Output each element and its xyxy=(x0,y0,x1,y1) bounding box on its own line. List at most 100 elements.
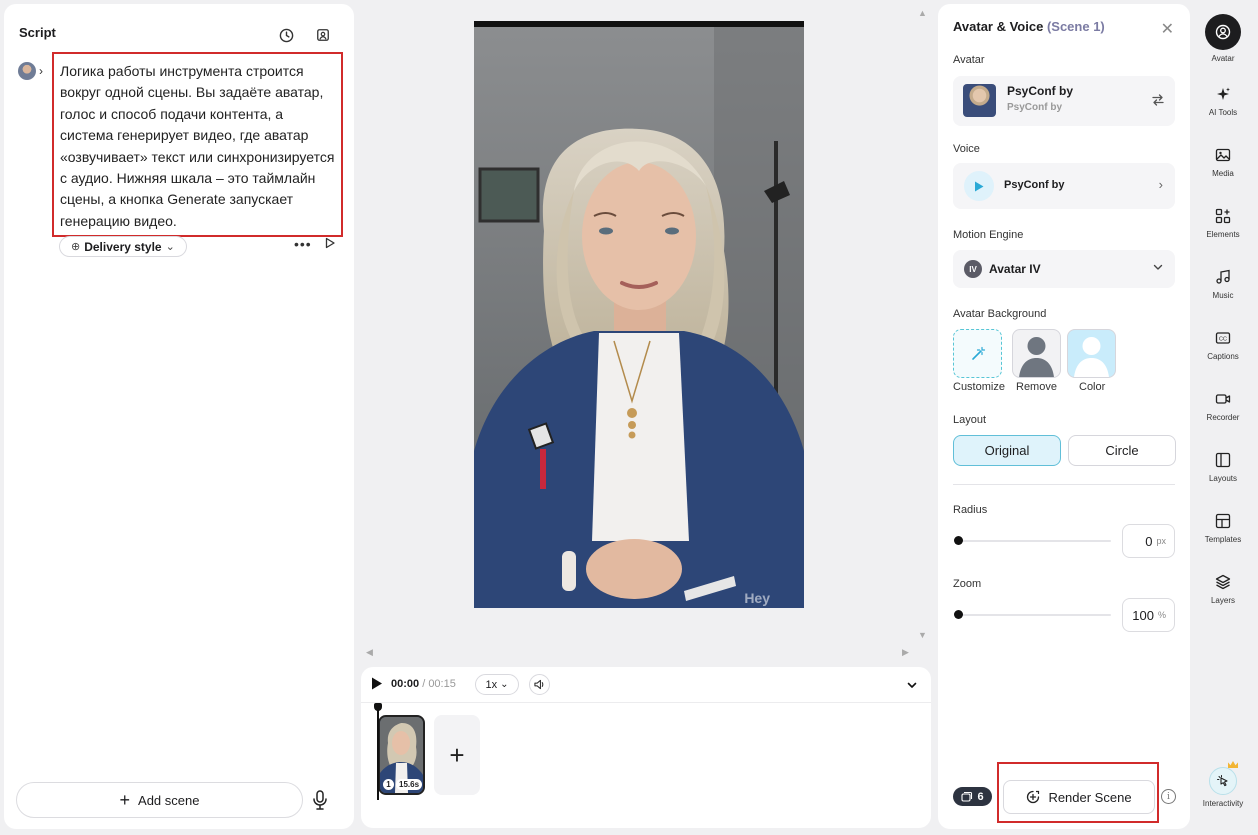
rail-label-avatar: Avatar xyxy=(1211,54,1235,63)
rail-label-templates: Templates xyxy=(1204,535,1242,544)
expand-chevron-icon[interactable]: › xyxy=(39,64,43,78)
more-options-icon[interactable]: ••• xyxy=(294,236,312,252)
rail-item-layers[interactable]: Layers xyxy=(1192,572,1254,605)
timeline-panel: 00:00 / 00:15 1x ⌄ 1 15.6s + xyxy=(361,667,931,828)
speed-value: 1x xyxy=(485,678,498,691)
history-icon[interactable] xyxy=(277,26,295,44)
rail-item-interactivity[interactable]: Interactivity xyxy=(1192,761,1254,808)
rail-label-ai-tools: AI Tools xyxy=(1208,108,1238,117)
avatar-card[interactable]: PsyConf by PsyConf by xyxy=(953,76,1175,126)
chevron-down-icon: ⌄ xyxy=(500,679,509,690)
total-time: 00:15 xyxy=(428,678,456,690)
avatar-icon xyxy=(1205,14,1241,50)
info-icon[interactable]: i xyxy=(1161,789,1176,804)
time-separator: / xyxy=(419,678,429,690)
swap-icon[interactable] xyxy=(1151,93,1165,107)
script-settings-icon[interactable] xyxy=(314,26,332,44)
rail-item-music[interactable]: Music xyxy=(1192,267,1254,300)
image-icon xyxy=(1213,145,1233,165)
rail-item-avatar[interactable]: Avatar xyxy=(1192,14,1254,63)
background-customize-option[interactable] xyxy=(953,329,1002,378)
zoom-slider[interactable] xyxy=(954,610,1111,619)
time-display: 00:00 / 00:15 xyxy=(391,678,456,690)
rail-label-captions: Captions xyxy=(1207,352,1239,361)
add-scene-button[interactable]: + Add scene xyxy=(16,782,303,818)
layout-section-label: Layout xyxy=(953,414,987,426)
rail-item-elements[interactable]: Elements xyxy=(1192,206,1254,239)
plus-icon: + xyxy=(449,739,465,770)
collapse-timeline-chevron-icon[interactable] xyxy=(907,677,919,689)
chevron-down-icon xyxy=(1153,262,1163,275)
templates-icon xyxy=(1213,511,1233,531)
credits-stack-icon xyxy=(961,791,973,802)
voice-name: PsyConf by xyxy=(1004,179,1065,191)
sparkle-icon xyxy=(1213,84,1233,104)
background-color-option[interactable] xyxy=(1067,329,1116,378)
rail-item-media[interactable]: Media xyxy=(1192,145,1254,178)
credits-badge[interactable]: 6 xyxy=(953,787,992,806)
add-scene-label: Add scene xyxy=(138,792,200,808)
avatar-voice-panel: Avatar & Voice (Scene 1) ✕ Avatar PsyCon… xyxy=(938,4,1190,829)
render-scene-button[interactable]: Render Scene xyxy=(1003,780,1155,814)
panel-scene-label: (Scene 1) xyxy=(1046,19,1105,34)
rail-item-layouts[interactable]: Layouts xyxy=(1192,450,1254,483)
play-icon[interactable] xyxy=(371,677,385,691)
rail-item-ai-tools[interactable]: AI Tools xyxy=(1192,84,1254,117)
scroll-left-arrow-icon[interactable]: ◀ xyxy=(366,647,373,658)
chevron-down-icon: ⌄ xyxy=(165,241,175,253)
panel-title: Avatar & Voice (Scene 1) xyxy=(953,19,1105,34)
engine-name: Avatar IV xyxy=(989,262,1041,276)
panel-title-text: Avatar & Voice xyxy=(953,19,1044,34)
script-title: Script xyxy=(19,25,56,40)
layout-original-button[interactable]: Original xyxy=(953,435,1061,466)
playhead[interactable] xyxy=(374,703,382,800)
add-scene-tile-button[interactable]: + xyxy=(434,715,480,795)
rail-label-elements: Elements xyxy=(1206,230,1240,239)
credits-value: 6 xyxy=(977,790,984,803)
render-scene-label: Render Scene xyxy=(1048,789,1132,805)
watermark: Hey xyxy=(744,590,770,606)
render-highlight: Render Scene xyxy=(997,762,1159,823)
avatar-subtitle: PsyConf by xyxy=(1007,102,1063,113)
voice-card[interactable]: PsyConf by › xyxy=(953,163,1175,209)
remove-label: Remove xyxy=(1016,381,1057,393)
radius-input[interactable]: 0 px xyxy=(1122,524,1175,558)
radius-slider-handle[interactable] xyxy=(954,536,963,545)
crown-icon xyxy=(1228,761,1238,768)
scroll-up-arrow-icon[interactable]: ▲ xyxy=(918,8,927,18)
scroll-down-arrow-icon[interactable]: ▼ xyxy=(918,630,927,640)
rail-item-captions[interactable]: CC Captions xyxy=(1192,328,1254,361)
scene-number-badge: 1 xyxy=(383,779,394,790)
recorder-icon xyxy=(1213,389,1233,409)
scene-thumbnail[interactable]: 1 15.6s xyxy=(378,715,425,795)
timeline-divider xyxy=(361,702,931,703)
rail-item-recorder[interactable]: Recorder xyxy=(1192,389,1254,422)
layout-circle-button[interactable]: Circle xyxy=(1068,435,1176,466)
avatar-background-label: Avatar Background xyxy=(953,308,1047,320)
motion-engine-dropdown[interactable]: IV Avatar IV xyxy=(953,250,1175,288)
scroll-right-arrow-icon[interactable]: ▶ xyxy=(902,647,909,658)
magic-wand-icon xyxy=(971,346,985,360)
volume-button[interactable] xyxy=(529,674,550,695)
current-time: 00:00 xyxy=(391,678,420,690)
zoom-unit: % xyxy=(1157,610,1166,620)
interactivity-icon xyxy=(1209,761,1238,795)
radius-slider[interactable] xyxy=(954,536,1111,545)
close-icon[interactable]: ✕ xyxy=(1161,19,1174,39)
rail-item-templates[interactable]: Templates xyxy=(1192,511,1254,544)
microphone-icon[interactable] xyxy=(312,790,332,812)
playback-speed-dropdown[interactable]: 1x ⌄ xyxy=(475,674,519,695)
background-remove-option[interactable] xyxy=(1012,329,1061,378)
tool-rail: Avatar AI Tools Media Elements Music CC … xyxy=(1192,4,1254,829)
radius-value: 0 xyxy=(1145,533,1153,549)
canvas-area: ▲ Hey ▼ ◀ ▶ xyxy=(360,4,932,659)
play-scene-icon[interactable] xyxy=(324,236,338,250)
zoom-slider-handle[interactable] xyxy=(954,610,963,619)
voice-play-icon[interactable] xyxy=(964,171,994,201)
person-silhouette-icon xyxy=(1074,337,1109,377)
delivery-style-button[interactable]: ⊕ Delivery style ⌄ xyxy=(59,236,187,257)
avatar-thumbnail xyxy=(963,84,996,117)
script-text[interactable]: Логика работы инструмента строится вокру… xyxy=(52,52,343,237)
video-preview[interactable]: Hey xyxy=(474,21,804,608)
zoom-input[interactable]: 100 % xyxy=(1122,598,1175,632)
